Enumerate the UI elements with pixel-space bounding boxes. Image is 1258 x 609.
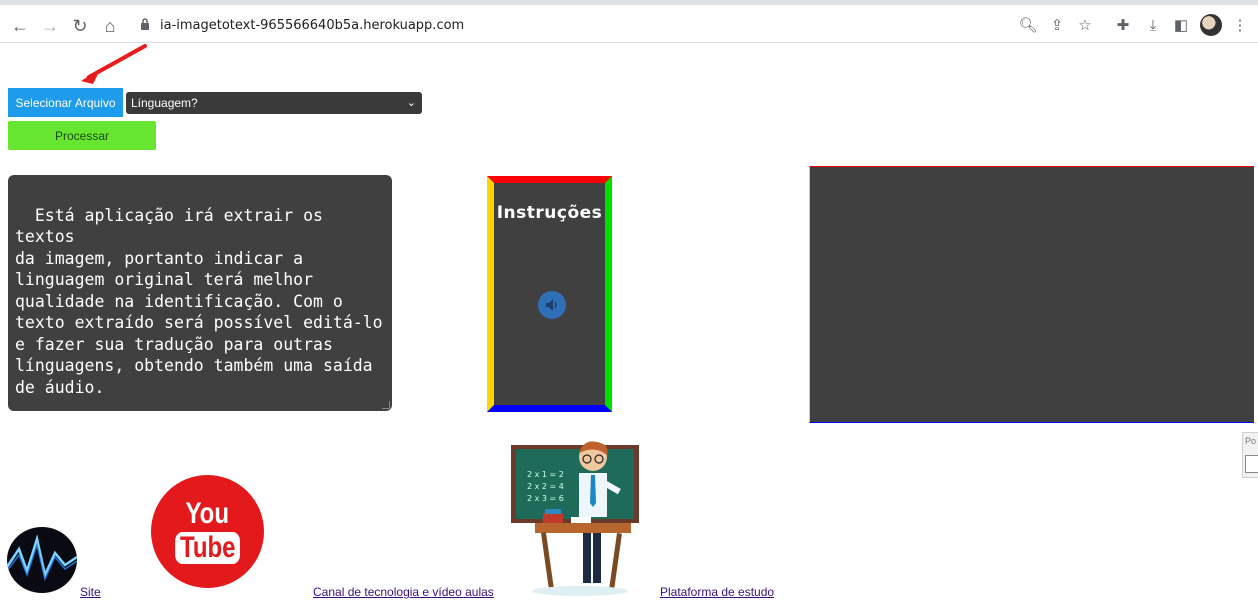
zoom-icon[interactable]: 🔍︎ xyxy=(1017,14,1039,36)
profile-avatar[interactable] xyxy=(1200,14,1222,36)
output-panel xyxy=(809,166,1254,423)
share-icon[interactable]: ⇪ xyxy=(1046,14,1068,36)
back-arrow-icon[interactable]: ← xyxy=(6,12,34,40)
language-select-value: Línguagem? xyxy=(131,96,198,110)
chevron-down-icon: ⌄ xyxy=(406,97,416,109)
side-widget-box[interactable] xyxy=(1245,455,1258,473)
teacher-illustration: 2 x 1 = 2 2 x 2 = 4 2 x 3 = 6 xyxy=(511,441,639,596)
home-icon[interactable]: ⌂ xyxy=(96,12,124,40)
star-icon[interactable]: ☆ xyxy=(1074,14,1096,36)
select-file-button[interactable]: Selecionar Arquivo xyxy=(8,88,123,117)
description-textarea[interactable]: Está aplicação irá extrair os textos da … xyxy=(8,175,392,411)
sidebar-icon[interactable]: ◧ xyxy=(1170,14,1192,36)
extensions-icon[interactable]: ✚ xyxy=(1112,14,1134,36)
instructions-card: Instruções xyxy=(487,176,612,412)
download-icon[interactable]: ⤓ xyxy=(1142,14,1164,36)
kebab-menu-icon[interactable]: ⋮ xyxy=(1229,14,1251,36)
site-link[interactable]: Site xyxy=(80,585,101,599)
lock-icon[interactable] xyxy=(140,17,150,31)
youtube-logo-tube: Tube xyxy=(174,532,241,564)
svg-text:2 x 2 = 4: 2 x 2 = 4 xyxy=(527,482,564,491)
wave-logo xyxy=(7,527,77,593)
svg-text:2 x 3 = 6: 2 x 3 = 6 xyxy=(527,494,564,503)
side-widget[interactable]: Po xyxy=(1242,432,1258,478)
language-select[interactable]: Línguagem? ⌄ xyxy=(126,92,422,114)
red-arrow-annotation xyxy=(81,44,147,84)
youtube-logo[interactable]: You Tube xyxy=(151,475,264,588)
process-button[interactable]: Processar xyxy=(8,121,156,150)
resize-grip[interactable] xyxy=(382,401,390,409)
speaker-icon[interactable] xyxy=(538,291,566,319)
browser-toolbar: ← → ↻ ⌂ ia-imagetotext-965566640b5a.hero… xyxy=(0,0,1258,43)
svg-text:2 x 1 = 2: 2 x 1 = 2 xyxy=(527,470,564,479)
forward-arrow-icon[interactable]: → xyxy=(36,12,64,40)
youtube-logo-you: You xyxy=(185,497,230,530)
platform-link[interactable]: Plataforma de estudo xyxy=(660,585,774,599)
side-widget-text: Po xyxy=(1245,436,1257,446)
channel-link[interactable]: Canal de tecnologia e vídeo aulas xyxy=(313,585,494,599)
url-text[interactable]: ia-imagetotext-965566640b5a.herokuapp.co… xyxy=(160,18,464,33)
instructions-title: Instruções xyxy=(496,203,603,223)
reload-icon[interactable]: ↻ xyxy=(66,12,94,40)
description-text: Está aplicação irá extrair os textos da … xyxy=(15,205,383,397)
